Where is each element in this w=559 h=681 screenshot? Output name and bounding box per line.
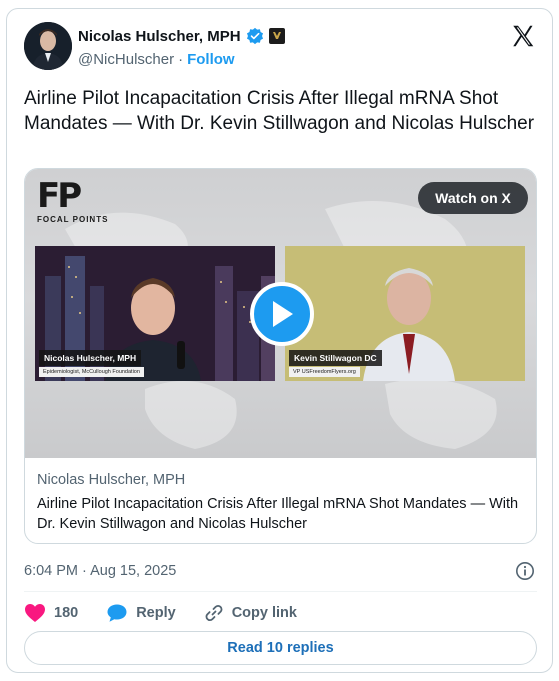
logo-subtitle: FOCAL POINTS	[37, 215, 109, 224]
author-handle[interactable]: @NicHulscher	[78, 51, 174, 68]
separator-dot: ·	[178, 51, 184, 68]
right-speaker-name: Kevin Stillwagon DC	[289, 350, 382, 366]
like-button[interactable]: 180	[24, 603, 78, 623]
link-card-title: Airline Pilot Incapacitation Crisis Afte…	[37, 496, 519, 532]
author-display-name[interactable]: Nicolas Hulscher, MPH	[78, 28, 241, 45]
video-player[interactable]: FP FOCAL POINTS Watch on X Nicolas Hulsc…	[25, 169, 536, 458]
verified-badge-icon	[246, 27, 263, 45]
focal-points-logo: FP FOCAL POINTS	[37, 179, 108, 224]
right-speaker-title: VP USFreedomFlyers.org	[289, 367, 360, 377]
play-icon	[273, 301, 293, 327]
tweet-card: Nicolas Hulscher, MPH @NicHulscher · Fol…	[6, 8, 553, 673]
tweet-text: Airline Pilot Incapacitation Crisis Afte…	[24, 88, 535, 134]
link-card[interactable]: FP FOCAL POINTS Watch on X Nicolas Hulsc…	[24, 168, 537, 544]
link-card-source: Nicolas Hulscher, MPH	[37, 472, 186, 488]
reply-label: Reply	[136, 605, 176, 621]
left-speaker-name: Nicolas Hulscher, MPH	[39, 350, 142, 366]
link-card-info[interactable]: Nicolas Hulscher, MPH Airline Pilot Inca…	[25, 458, 536, 543]
left-speaker-title: Epidemiologist, McCullough Foundation	[39, 367, 144, 377]
author-name-row: Nicolas Hulscher, MPH	[78, 27, 285, 45]
x-logo-icon[interactable]	[510, 23, 536, 49]
follow-button[interactable]: Follow	[187, 51, 235, 68]
right-speaker-panel: Kevin Stillwagon DC VP USFreedomFlyers.o…	[285, 246, 525, 381]
tweet-timestamp[interactable]: 6:04 PM · Aug 15, 2025	[24, 563, 176, 579]
reply-button[interactable]: Reply	[106, 603, 176, 623]
reply-bubble-icon	[107, 604, 127, 622]
action-bar: 180 Reply Copy link	[24, 601, 325, 625]
copy-link-button[interactable]: Copy link	[204, 603, 297, 623]
read-replies-button[interactable]: Read 10 replies	[24, 631, 537, 665]
avatar[interactable]	[24, 22, 72, 70]
author-handle-row: @NicHulscher · Follow	[78, 51, 235, 68]
copy-link-label: Copy link	[231, 605, 297, 621]
heart-icon	[25, 604, 45, 622]
watch-on-x-button[interactable]: Watch on X	[418, 182, 528, 214]
play-button[interactable]	[250, 282, 314, 346]
link-icon	[205, 604, 223, 622]
logo-letters: FP	[37, 176, 82, 216]
affiliation-badge-icon[interactable]	[268, 28, 285, 44]
info-icon[interactable]	[515, 561, 535, 581]
like-count: 180	[54, 605, 79, 621]
divider	[24, 591, 537, 592]
left-speaker-panel: Nicolas Hulscher, MPH Epidemiologist, Mc…	[35, 246, 275, 381]
